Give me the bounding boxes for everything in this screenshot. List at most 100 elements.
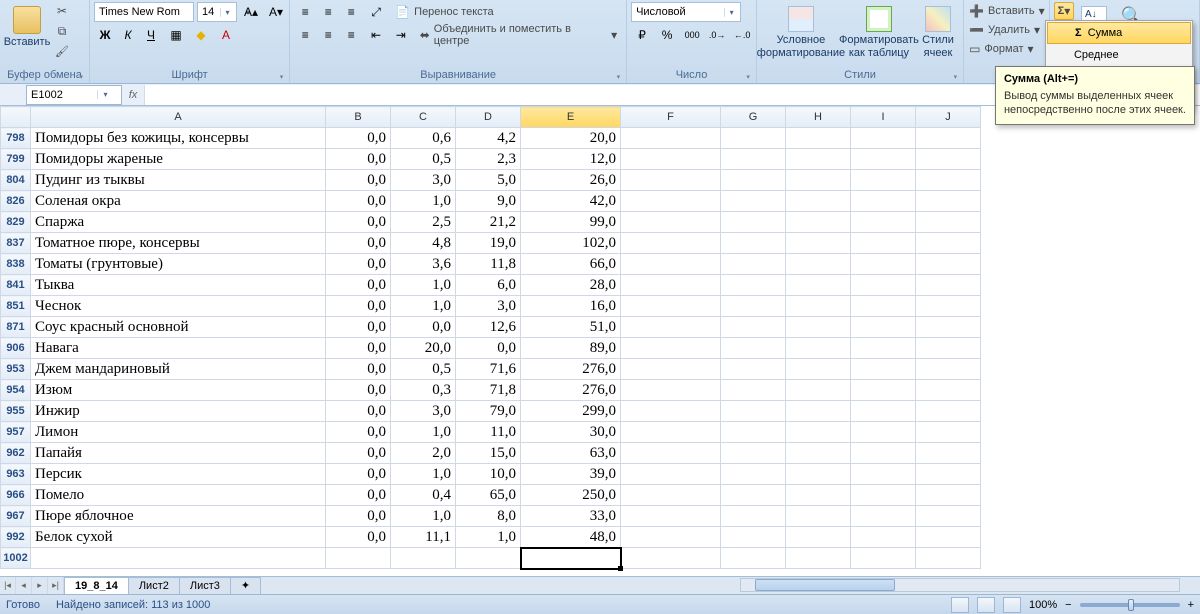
cell[interactable]: [851, 380, 916, 401]
cell[interactable]: Тыква: [31, 275, 326, 296]
cell[interactable]: 9,0: [456, 191, 521, 212]
cell[interactable]: [786, 422, 851, 443]
cell[interactable]: 1,0: [391, 191, 456, 212]
cell[interactable]: 250,0: [521, 485, 621, 506]
cell[interactable]: [621, 527, 721, 548]
zoom-out-button[interactable]: −: [1065, 599, 1071, 611]
cell[interactable]: 51,0: [521, 317, 621, 338]
cell[interactable]: [916, 548, 981, 569]
cell[interactable]: [721, 317, 786, 338]
tab-new-sheet[interactable]: ✦: [230, 577, 261, 594]
autosum-button[interactable]: ▾: [1054, 2, 1074, 20]
conditional-format-button[interactable]: Условное форматирование: [761, 2, 841, 61]
row-header[interactable]: 838: [1, 254, 31, 275]
row-header[interactable]: 955: [1, 401, 31, 422]
row-header[interactable]: 837: [1, 233, 31, 254]
increase-indent-button[interactable]: ⇥: [390, 25, 412, 45]
cell[interactable]: Помело: [31, 485, 326, 506]
cell[interactable]: [851, 191, 916, 212]
cell[interactable]: 1,0: [391, 296, 456, 317]
tab-nav-first[interactable]: |◂: [0, 577, 16, 594]
zoom-in-button[interactable]: +: [1188, 599, 1194, 611]
row-header[interactable]: 954: [1, 380, 31, 401]
cell[interactable]: Соленая окра: [31, 191, 326, 212]
cell[interactable]: 0,0: [326, 527, 391, 548]
cell[interactable]: 0,0: [391, 317, 456, 338]
cell[interactable]: [621, 338, 721, 359]
cell[interactable]: 71,8: [456, 380, 521, 401]
cell[interactable]: 2,0: [391, 443, 456, 464]
row-header[interactable]: 1002: [1, 548, 31, 569]
cell[interactable]: [916, 380, 981, 401]
cell[interactable]: 299,0: [521, 401, 621, 422]
cell[interactable]: [621, 464, 721, 485]
cell[interactable]: [621, 485, 721, 506]
cell[interactable]: 63,0: [521, 443, 621, 464]
cell[interactable]: 0,0: [326, 170, 391, 191]
align-right-button[interactable]: ≡: [340, 25, 362, 45]
number-format-combo[interactable]: ▾: [631, 2, 741, 22]
avg-menu-item[interactable]: Среднее: [1046, 45, 1192, 65]
cell[interactable]: 99,0: [521, 212, 621, 233]
cell[interactable]: 42,0: [521, 191, 621, 212]
italic-button[interactable]: К: [117, 25, 139, 45]
cell[interactable]: [721, 527, 786, 548]
cell[interactable]: 71,6: [456, 359, 521, 380]
cell[interactable]: [721, 443, 786, 464]
cell[interactable]: [326, 548, 391, 569]
insert-cells-button[interactable]: ➕Вставить▾: [968, 2, 1046, 20]
cell[interactable]: Соус красный основной: [31, 317, 326, 338]
cell[interactable]: [916, 464, 981, 485]
select-all-corner[interactable]: [1, 107, 31, 128]
cell[interactable]: [786, 191, 851, 212]
cell[interactable]: [916, 443, 981, 464]
cell[interactable]: [721, 548, 786, 569]
row-header[interactable]: 906: [1, 338, 31, 359]
cell[interactable]: [621, 128, 721, 149]
zoom-slider[interactable]: [1080, 603, 1180, 607]
chevron-down-icon[interactable]: ▾: [97, 90, 113, 99]
cell[interactable]: [851, 443, 916, 464]
font-name-combo[interactable]: ▾: [94, 2, 194, 22]
cell[interactable]: [916, 359, 981, 380]
cell[interactable]: [786, 548, 851, 569]
cell[interactable]: [621, 233, 721, 254]
merge-center-button[interactable]: ⬌Объединить и поместить в центре▾: [415, 26, 622, 44]
col-header-I[interactable]: I: [851, 107, 916, 128]
cell[interactable]: 3,0: [391, 401, 456, 422]
cell[interactable]: [851, 338, 916, 359]
decrease-decimal-button[interactable]: ←.0: [731, 25, 753, 45]
cell[interactable]: 0,0: [326, 485, 391, 506]
cell[interactable]: [851, 422, 916, 443]
cell[interactable]: [786, 149, 851, 170]
cell[interactable]: 1,0: [456, 527, 521, 548]
cell[interactable]: [621, 254, 721, 275]
cell[interactable]: [786, 506, 851, 527]
cell[interactable]: [721, 359, 786, 380]
format-cells-button[interactable]: ▭Формат▾: [968, 40, 1034, 58]
cell[interactable]: Пюре яблочное: [31, 506, 326, 527]
cell[interactable]: 0,5: [391, 149, 456, 170]
cell[interactable]: Навага: [31, 338, 326, 359]
cell[interactable]: 11,1: [391, 527, 456, 548]
cell[interactable]: 79,0: [456, 401, 521, 422]
chevron-down-icon[interactable]: ▾: [724, 8, 738, 17]
cell[interactable]: Пудинг из тыквы: [31, 170, 326, 191]
cell[interactable]: [721, 422, 786, 443]
cell[interactable]: 0,0: [456, 338, 521, 359]
col-header-A[interactable]: A: [31, 107, 326, 128]
cell[interactable]: Чеснок: [31, 296, 326, 317]
wrap-text-button[interactable]: 📄Перенос текста: [390, 3, 498, 21]
fill-color-button[interactable]: ◆: [190, 25, 212, 45]
cell[interactable]: 28,0: [521, 275, 621, 296]
cell[interactable]: 89,0: [521, 338, 621, 359]
cell[interactable]: [721, 254, 786, 275]
row-header[interactable]: 851: [1, 296, 31, 317]
tab-nav-next[interactable]: ▸: [32, 577, 48, 594]
cell[interactable]: 48,0: [521, 527, 621, 548]
cell[interactable]: 0,0: [326, 422, 391, 443]
cell[interactable]: 8,0: [456, 506, 521, 527]
grow-font-button[interactable]: A▴: [240, 2, 262, 22]
cell[interactable]: 102,0: [521, 233, 621, 254]
cell[interactable]: [851, 317, 916, 338]
